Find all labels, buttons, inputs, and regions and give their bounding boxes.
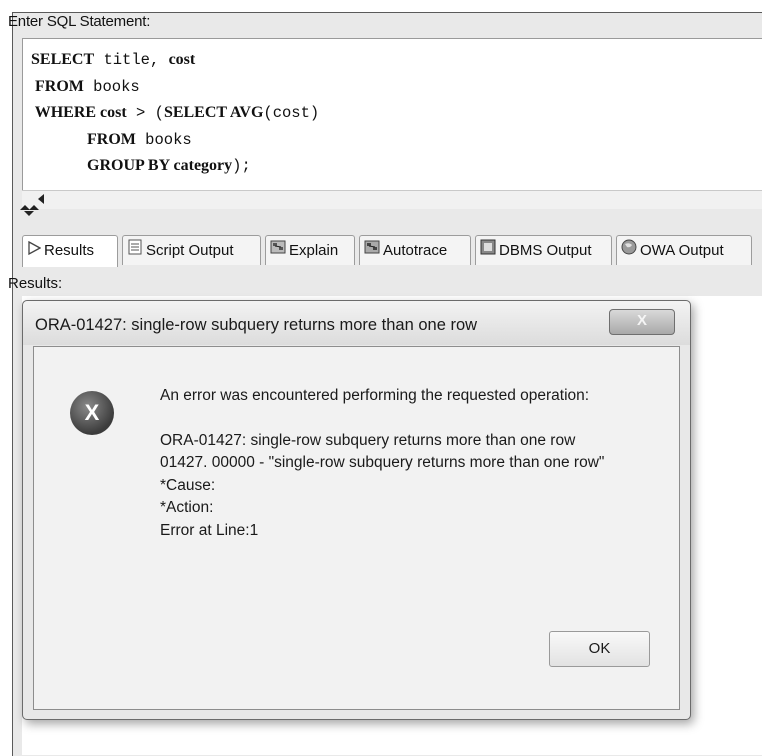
error-location: Error at Line:1 [160, 521, 259, 539]
editor-horizontal-scrollbar[interactable] [22, 190, 762, 209]
sql-text[interactable]: SELECT title, cost FROM books WHERE cost… [31, 47, 319, 180]
error-cause: *Cause: [160, 476, 216, 494]
play-icon [27, 236, 42, 266]
tab-explain[interactable]: Explain [265, 235, 355, 265]
tab-autotrace[interactable]: Autotrace [359, 235, 471, 265]
dbms-icon [480, 236, 496, 266]
results-label: Results: [8, 275, 63, 292]
ok-button[interactable]: OK [549, 631, 650, 667]
scroll-left-icon[interactable] [38, 194, 44, 204]
error-dialog: ORA-01427: single-row subquery returns m… [22, 300, 691, 720]
output-tab-bar: Results Script Output Explain Autotrace … [22, 235, 762, 267]
error-action: *Action: [160, 499, 214, 516]
enter-sql-label: Enter SQL Statement: [8, 13, 151, 30]
message-intro: An error was encountered performing the … [160, 387, 590, 404]
dialog-titlebar[interactable]: ORA-01427: single-row subquery returns m… [23, 301, 690, 345]
sql-line-4: FROM books [31, 130, 192, 149]
error-code-line: 01427. 00000 - "single-row subquery retu… [160, 454, 605, 471]
expand-down-icon[interactable] [24, 211, 34, 216]
close-button[interactable]: X [609, 309, 675, 335]
tab-results[interactable]: Results [22, 235, 118, 267]
sql-line-1: SELECT title, cost [31, 51, 196, 69]
splitter-toggle[interactable] [20, 205, 40, 219]
error-line: ORA-01427: single-row subquery returns m… [160, 431, 576, 449]
sql-line-3: WHERE cost > (SELECT AVG(cost) [31, 104, 320, 122]
sql-line-5: GROUP BY category); [31, 157, 251, 175]
globe-icon [621, 236, 637, 266]
tab-owa-output[interactable]: OWA Output [616, 235, 752, 265]
dialog-body: X An error was encountered performing th… [33, 346, 680, 710]
sql-editor[interactable]: SELECT title, cost FROM books WHERE cost… [22, 38, 762, 191]
sql-line-2: FROM books [31, 77, 140, 96]
tab-dbms-output[interactable]: DBMS Output [475, 235, 612, 265]
script-icon [127, 236, 143, 266]
autotrace-icon [364, 236, 380, 266]
tab-script-output[interactable]: Script Output [122, 235, 261, 265]
collapse-up-icon[interactable] [29, 205, 39, 210]
explain-icon [270, 236, 286, 266]
dialog-title: ORA-01427: single-row subquery returns m… [35, 316, 478, 334]
error-message: An error was encountered performing the … [160, 385, 660, 542]
error-icon: X [70, 391, 114, 435]
